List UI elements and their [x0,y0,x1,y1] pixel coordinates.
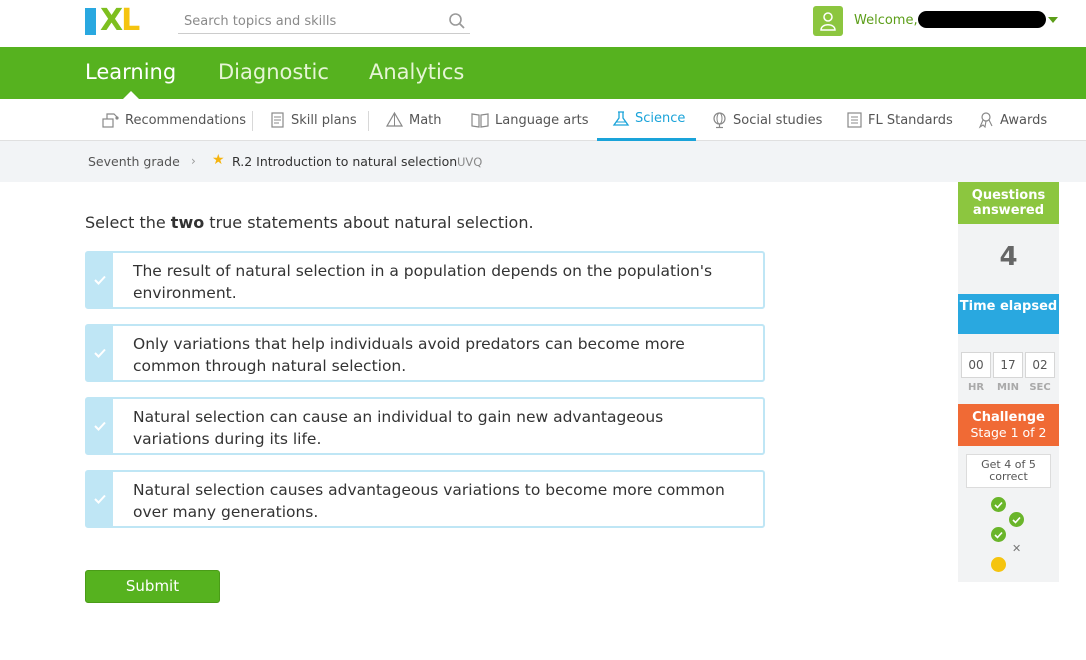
subnav-recommendations-label: Recommendations [125,112,247,128]
breadcrumb-skill: R.2 Introduction to natural selection [232,154,458,169]
breadcrumb-grade[interactable]: Seventh grade [88,154,180,169]
checkbox-check-icon[interactable] [87,253,113,307]
book-icon [471,113,489,128]
subnav-awards-label: Awards [1000,112,1048,128]
timer-minutes: 17 [993,352,1023,378]
answer-choice-text: Only variations that help individuals av… [133,335,685,375]
subnav-social-studies[interactable]: Social studies [711,99,822,141]
answer-choice-text: The result of natural selection in a pop… [133,262,713,302]
challenge-stage: Stage 1 of 2 [970,425,1047,440]
answer-choice-4[interactable]: Natural selection causes advantageous va… [85,470,765,528]
subnav-awards[interactable]: Awards [976,99,1047,141]
logo-l-mark: L [121,3,141,38]
timer-hours-label: HR [967,382,985,393]
skill-code: UVQ [457,155,483,169]
timer-seconds: 02 [1025,352,1055,378]
ixl-logo[interactable]: X L [85,3,163,38]
welcome-text: Welcome, [854,13,918,28]
timer-seconds-label: SEC [1029,382,1051,393]
skill-plans-icon [271,112,284,128]
progress-incorrect-icon: ✕ [1012,542,1022,555]
subnav-fl-standards-label: FL Standards [868,112,953,128]
flask-icon [612,110,630,126]
active-tab-pointer [123,91,139,99]
prompt-text-after: true statements about natural selection. [204,213,534,232]
recommendations-icon [102,113,119,128]
time-elapsed-label: Time elapsed [958,294,1059,334]
search-input[interactable] [178,9,438,33]
questions-answered-label: Questions answered [958,182,1059,224]
subnav-recommendations[interactable]: Recommendations [101,99,246,141]
math-pyramid-icon [385,111,404,127]
subnav-math[interactable]: Math [385,99,442,141]
standards-icon [847,112,862,128]
progress-current-icon [991,557,1006,572]
subnav-skill-plans-label: Skill plans [291,112,357,128]
logo-x-mark: X [100,3,123,38]
question-prompt: Select the two true statements about nat… [85,213,534,232]
subject-nav: Recommendations Skill plans Math Languag… [0,99,1086,141]
chevron-right-icon: › [191,154,196,168]
subnav-math-label: Math [409,112,442,128]
submit-button[interactable]: Submit [85,570,220,603]
search-box [178,9,470,34]
progress-correct-icon [991,497,1006,512]
subnav-language-arts[interactable]: Language arts [470,99,588,141]
timer-minutes-label: MIN [996,382,1020,393]
progress-sidebar: Questions answered 4 Time elapsed 00 17 … [958,182,1059,582]
timer-hours: 00 [961,352,991,378]
tab-analytics[interactable]: Analytics [369,60,464,84]
answer-choice-text: Natural selection can cause an individua… [133,408,664,448]
breadcrumb: Seventh grade › ★ R.2 Introduction to na… [0,141,1086,182]
main-nav: Learning Diagnostic Analytics [0,47,1086,99]
answer-choice-1[interactable]: The result of natural selection in a pop… [85,251,765,309]
answer-choice-3[interactable]: Natural selection can cause an individua… [85,397,765,455]
subnav-social-studies-label: Social studies [733,112,823,128]
prompt-text-before: Select the [85,213,171,232]
prompt-text-bold: two [170,213,205,232]
search-icon[interactable] [448,12,466,30]
subnav-divider [252,111,253,131]
progress-correct-icon [1009,512,1024,527]
user-avatar-icon[interactable] [813,6,843,36]
answer-choice-text: Natural selection causes advantageous va… [133,481,725,521]
answer-choice-2[interactable]: Only variations that help individuals av… [85,324,765,382]
subnav-divider [368,111,369,131]
star-icon[interactable]: ★ [212,153,225,167]
progress-correct-icon [991,527,1006,542]
subnav-skill-plans[interactable]: Skill plans [269,99,357,141]
subnav-science-label: Science [635,111,686,126]
awards-icon [978,112,993,129]
subnav-language-arts-label: Language arts [495,112,589,128]
checkbox-check-icon[interactable] [87,399,113,453]
tab-diagnostic[interactable]: Diagnostic [218,60,329,84]
logo-i-mark [85,7,96,35]
challenge-label: Challenge [972,410,1045,425]
account-menu-caret-icon[interactable] [1048,17,1058,23]
challenge-goal: Get 4 of 5 correct [966,454,1051,488]
subnav-science[interactable]: Science [597,99,696,141]
top-header: X L Welcome, [0,0,1086,47]
subnav-fl-standards[interactable]: FL Standards [846,99,953,141]
questions-answered-count: 4 [999,242,1018,272]
globe-icon [713,112,726,129]
tab-learning[interactable]: Learning [85,60,176,84]
checkbox-check-icon[interactable] [87,326,113,380]
checkbox-check-icon[interactable] [87,472,113,526]
redacted-username [918,11,1046,28]
challenge-header: Challenge Stage 1 of 2 [958,404,1059,446]
